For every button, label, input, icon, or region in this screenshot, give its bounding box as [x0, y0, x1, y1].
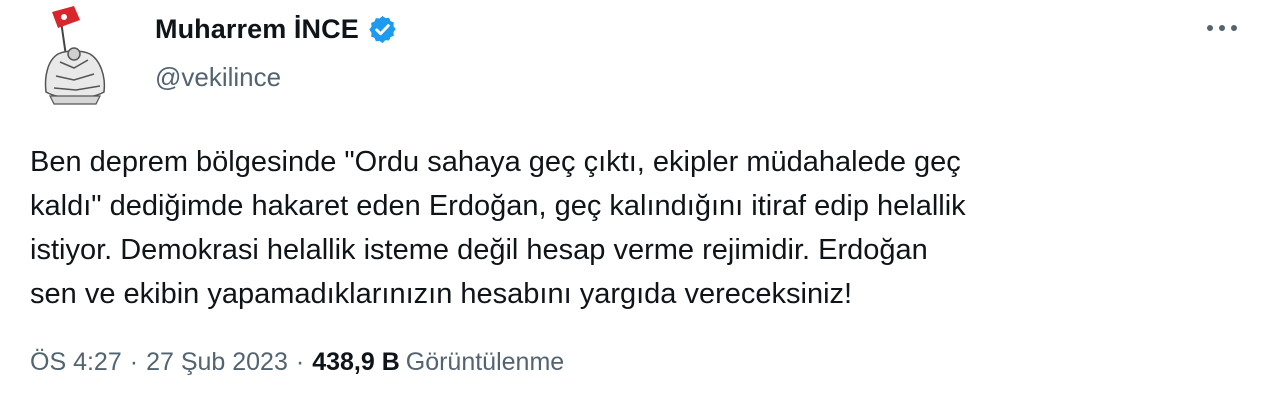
views-count: 438,9 B — [312, 348, 400, 376]
tweet-card: Muharrem İNCE @vekilince Ben deprem bölg… — [0, 0, 1280, 404]
avatar-with-flag-icon — [44, 6, 106, 105]
separator: · — [129, 348, 139, 376]
verified-badge-icon — [367, 14, 398, 45]
handle[interactable]: @vekilince — [155, 62, 398, 93]
author-block: Muharrem İNCE @vekilince — [155, 10, 398, 93]
avatar[interactable] — [30, 4, 120, 108]
name-row: Muharrem İNCE — [155, 10, 398, 48]
tweet-meta: ÖS 4:27 · 27 Şub 2023 · 438,9 B Görüntül… — [30, 348, 564, 377]
views-label: Görüntülenme — [405, 348, 565, 376]
display-name[interactable]: Muharrem İNCE — [155, 14, 359, 45]
tweet-text: Ben deprem bölgesinde "Ordu sahaya geç ç… — [30, 146, 966, 310]
tweet-time[interactable]: ÖS 4:27 — [30, 348, 122, 377]
separator: · — [295, 348, 305, 376]
more-options-icon[interactable] — [1204, 18, 1240, 38]
tweet-date[interactable]: 27 Şub 2023 — [146, 348, 288, 377]
